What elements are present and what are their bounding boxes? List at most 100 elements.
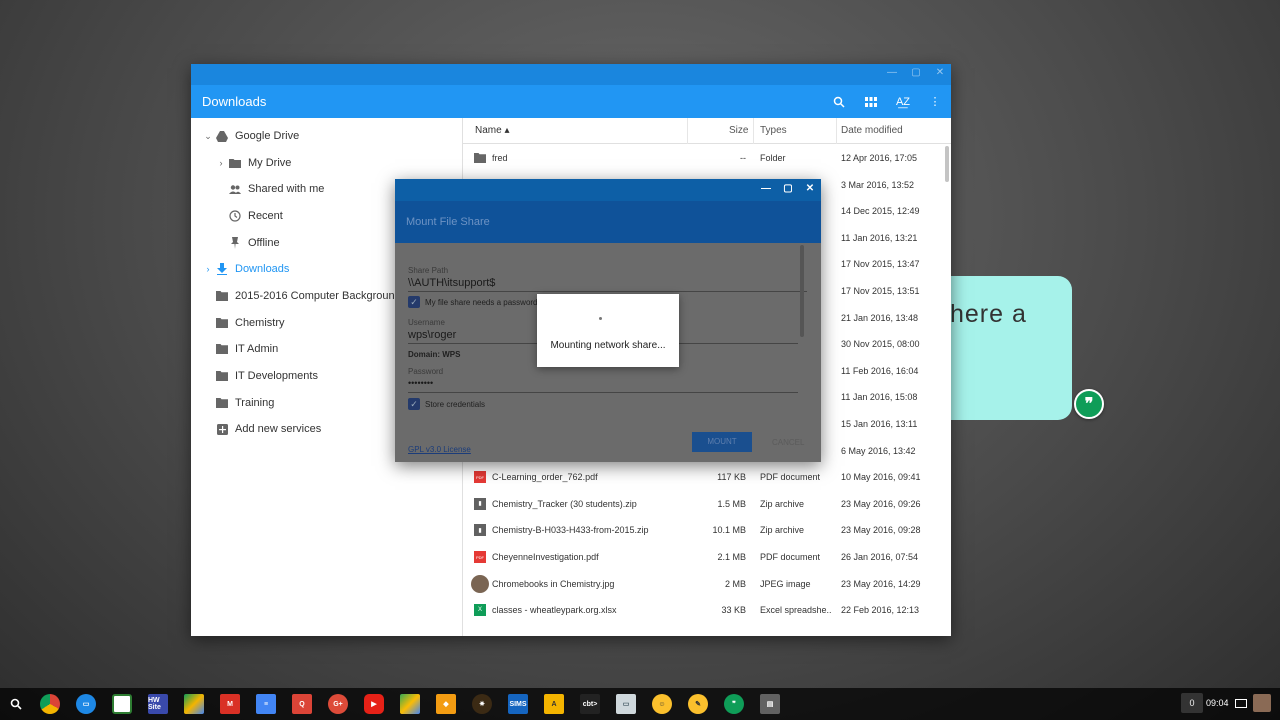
sort-az-icon[interactable]: A͟Z <box>887 85 919 118</box>
drawing-icon[interactable] <box>112 694 132 714</box>
table-row[interactable]: PDF C-Learning_order_762.pdf 117 KB PDF doc… <box>463 464 951 491</box>
sims-icon[interactable]: SIMS <box>508 694 528 714</box>
terminal-icon[interactable]: cbt> <box>580 694 600 714</box>
notification-count-badge[interactable]: 0 <box>1181 693 1203 713</box>
store-credentials-label: Store credentials <box>425 400 486 409</box>
youtube-icon[interactable]: ▶ <box>364 694 384 714</box>
google-drive-icon[interactable] <box>184 694 204 714</box>
sidebar-item-training[interactable]: Training <box>201 390 274 416</box>
hw-site-label: HW Site <box>148 697 161 711</box>
username-label: Username <box>408 318 445 327</box>
file-size: 33 KB <box>721 605 746 616</box>
chrome-icon[interactable] <box>40 694 60 714</box>
minimize-icon[interactable]: — <box>887 67 897 78</box>
table-row[interactable]: Xclasses - wheatleypark.org.xlsx 33 KB Exc… <box>463 597 951 624</box>
table-row[interactable]: ▮ Chemistry-B-H033-H433-from-2015.zip 10.1… <box>463 517 951 544</box>
table-row[interactable]: ▮ Chemistry_Tracker (30 students).zip 1.5 … <box>463 491 951 518</box>
sidebar-item-label: Downloads <box>235 263 290 275</box>
shelf: ▭ HW Site M ≡ Q G+ ▶ ◆ ✷ SIMS Acbt> ▭ ☺ ✎ ❞ ▤ <box>0 688 1280 720</box>
screenshot-icon[interactable]: ▤ <box>760 694 780 714</box>
chevron-icon[interactable]: › <box>214 158 228 168</box>
sidebar-item-shared-with-me[interactable]: Shared with me <box>214 176 324 202</box>
file-size: 2.1 MB <box>717 552 746 562</box>
share-path-input[interactable]: \\AUTH\itsupport$ <box>408 277 495 289</box>
gmail-icon[interactable]: M <box>220 694 240 714</box>
chevron-icon[interactable]: ⌄ <box>201 131 215 142</box>
launcher-search-icon[interactable] <box>6 694 26 714</box>
close-icon[interactable]: ✕ <box>935 67 945 78</box>
google-plus-icon[interactable]: G+ <box>328 694 348 714</box>
dropbox-icon[interactable]: ◆ <box>436 694 456 714</box>
maximize-icon[interactable]: ▢ <box>911 67 921 78</box>
grid-view-icon[interactable] <box>855 85 887 118</box>
sidebar-item-label: IT Developments <box>235 370 318 382</box>
sidebar-item-downloads[interactable]: › Downloads <box>201 256 289 282</box>
sidebar-item-2015-2016-computer-backgrounds[interactable]: 2015-2016 Computer Backgrounds <box>201 283 406 309</box>
hangouts-icon[interactable]: ❞ <box>724 694 744 714</box>
keep-icon[interactable]: ✎ <box>688 694 708 714</box>
table-row[interactable]: Chromebooks in Chemistry.jpg 2 MB JPEG ima… <box>463 571 951 598</box>
sidebar-item-it-admin[interactable]: IT Admin <box>201 336 278 362</box>
more-options-icon[interactable]: ⋮ <box>919 85 951 118</box>
file-name: CheyenneInvestigation.pdf <box>492 552 599 562</box>
google-docs-icon[interactable]: ≡ <box>256 694 276 714</box>
puzzle-icon[interactable]: ✷ <box>472 694 492 714</box>
dialog-header: Mount File Share <box>395 201 821 243</box>
table-row[interactable]: fred -- Folder 12 Apr 2016, 17:05 <box>463 145 951 172</box>
file-date: 6 May 2016, 13:42 <box>841 445 916 456</box>
search-icon[interactable] <box>823 85 855 118</box>
spinner-icon <box>599 317 602 320</box>
file-date: 14 Dec 2015, 12:49 <box>841 206 920 217</box>
sidebar-item-label: My Drive <box>248 157 292 169</box>
password-input[interactable]: •••••••• <box>408 378 433 388</box>
needs-password-label: My file share needs a password <box>425 298 538 307</box>
needs-password-checkbox[interactable]: ✓ <box>408 296 420 308</box>
system-tray[interactable]: 09:04 <box>1206 693 1271 713</box>
account-icon[interactable]: ☺ <box>652 694 672 714</box>
domain-text: Domain: WPS <box>408 350 461 359</box>
table-row[interactable]: PDF CheyenneInvestigation.pdf 2.1 MB PDF do… <box>463 544 951 571</box>
audio-icon[interactable]: A <box>544 694 564 714</box>
cancel-button[interactable]: CANCEL <box>772 438 804 447</box>
mount-button[interactable]: MOUNT <box>692 432 752 452</box>
file-date: 3 Mar 2016, 13:52 <box>841 179 915 190</box>
remote-desktop-icon[interactable]: ▭ <box>616 694 636 714</box>
sidebar-item-offline[interactable]: Offline <box>214 230 280 256</box>
sidebar-item-it-developments[interactable]: IT Developments <box>201 363 318 389</box>
shared-icon <box>228 182 242 196</box>
clock[interactable]: 09:04 <box>1206 698 1229 708</box>
dialog-minimize-icon[interactable]: — <box>761 183 771 194</box>
sidebar-item-recent[interactable]: Recent <box>214 203 283 229</box>
sidebar-item-my-drive[interactable]: › My Drive <box>214 150 292 176</box>
dialog-scrollbar[interactable] <box>800 245 804 337</box>
hw-site-icon[interactable]: HW Site <box>148 694 168 714</box>
column-size[interactable]: Size <box>729 118 748 144</box>
files-icon[interactable]: ▭ <box>76 694 96 714</box>
share-path-label: Share Path <box>408 266 449 275</box>
file-name: Chemistry_Tracker (30 students).zip <box>492 498 637 509</box>
column-name[interactable]: Name ▴ <box>475 118 509 144</box>
dialog-maximize-icon[interactable]: ▢ <box>783 183 793 194</box>
file-name: C-Learning_order_762.pdf <box>492 472 598 483</box>
file-date: 17 Nov 2015, 13:51 <box>841 286 920 296</box>
sidebar-item-chemistry[interactable]: Chemistry <box>201 310 285 336</box>
hangouts-quote-icon[interactable]: ❞ <box>1074 389 1104 419</box>
quick-office-icon[interactable]: Q <box>292 694 312 714</box>
file-list-scrollbar[interactable] <box>945 146 949 182</box>
store-credentials-checkbox[interactable]: ✓ <box>408 398 420 410</box>
license-link[interactable]: GPL v3.0 License <box>408 445 471 454</box>
column-types[interactable]: Types <box>760 118 787 144</box>
column-date[interactable]: Date modified <box>841 118 903 144</box>
chevron-icon[interactable]: › <box>201 264 215 274</box>
file-size: 1.5 MB <box>717 498 746 509</box>
file-size: 10.1 MB <box>712 525 746 536</box>
username-input[interactable]: wps\roger <box>408 329 456 341</box>
user-avatar[interactable] <box>1252 694 1271 712</box>
sidebar-item-label: Chemistry <box>235 317 285 329</box>
sidebar-item-google-drive[interactable]: ⌄ Google Drive <box>201 123 299 149</box>
google-maps-icon[interactable] <box>400 694 420 714</box>
sidebar-item-add-new-services[interactable]: Add new services <box>201 416 321 442</box>
dialog-close-icon[interactable]: ✕ <box>805 183 815 194</box>
dialog-window-frame: — ▢ ✕ <box>395 179 821 201</box>
file-size: -- <box>740 153 746 163</box>
